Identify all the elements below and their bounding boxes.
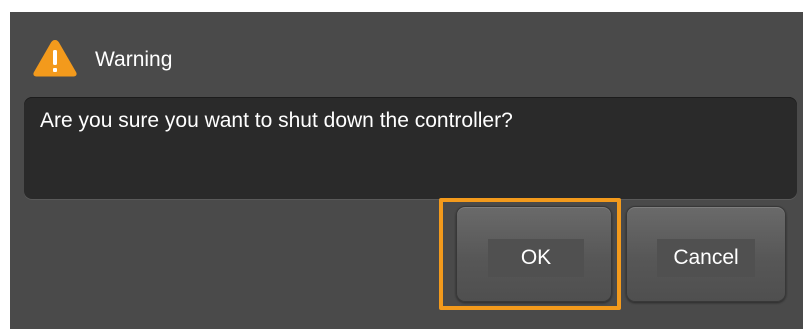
dialog-title: Warning	[95, 48, 173, 71]
message-box: Are you sure you want to shut down the c…	[24, 97, 797, 199]
warning-triangle-icon	[33, 40, 77, 77]
cancel-button[interactable]: Cancel	[626, 206, 786, 302]
ok-button-label: OK	[488, 239, 584, 277]
dialog-message: Are you sure you want to shut down the c…	[40, 109, 513, 132]
ok-button[interactable]: OK	[456, 206, 612, 302]
dialog-header: Warning	[10, 12, 803, 94]
cancel-button-label: Cancel	[657, 239, 755, 277]
